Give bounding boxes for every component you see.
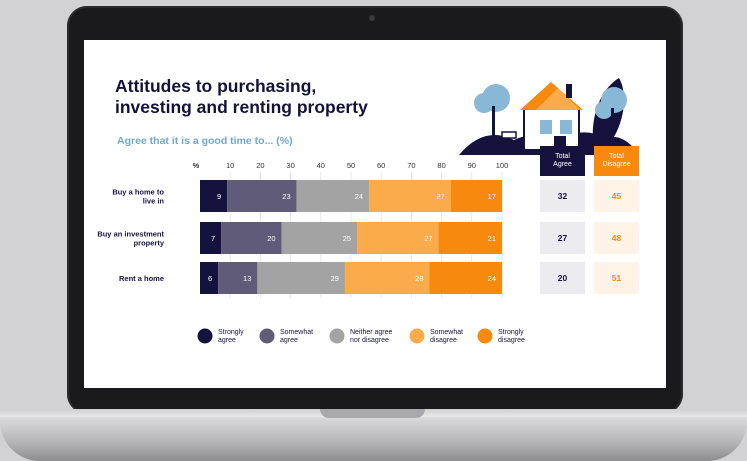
bar-value-label: 21 [488, 234, 496, 243]
legend-swatch [477, 328, 493, 344]
legend-swatch [329, 328, 345, 344]
totals-value: 20 [558, 273, 568, 283]
x-tick-label: 80 [437, 161, 445, 170]
totals-value: 51 [612, 273, 622, 283]
bar-value-label: 25 [343, 234, 351, 243]
bar-value-label: 27 [424, 234, 432, 243]
totals-value: 27 [558, 233, 568, 243]
legend-label: Strongly agree [218, 329, 244, 344]
totals-value: 48 [612, 233, 622, 243]
camera-icon [369, 15, 375, 21]
bar-value-label: 27 [436, 192, 444, 201]
legend-swatch [259, 328, 275, 344]
x-tick-label: 40 [317, 161, 325, 170]
bar-value-label: 17 [488, 192, 496, 201]
bar-segment [200, 180, 228, 212]
x-tick-label: 20 [256, 161, 264, 170]
bar-value-label: 29 [331, 274, 339, 283]
x-unit-label: % [193, 161, 200, 170]
legend-swatch [409, 328, 425, 344]
bar-value-label: 24 [488, 274, 496, 283]
bar-value-label: 24 [355, 192, 363, 201]
x-tick-label: 30 [286, 161, 294, 170]
chart: % 10 20 30 40 50 60 70 80 90 100 Buy a home to live… [97, 146, 639, 344]
legend-label: Somewhat disagree [430, 329, 463, 344]
x-tick-label: 10 [226, 161, 234, 170]
x-tick-label: 90 [468, 161, 476, 170]
bar-value-label: 13 [243, 274, 251, 283]
category-label: Buy a home to live in [112, 188, 164, 206]
laptop-notch [320, 409, 425, 418]
legend-label: Somewhat agree [280, 329, 313, 344]
totals-value: 32 [558, 191, 568, 201]
legend-label: Strongly disagree [498, 329, 525, 344]
bar-value-label: 28 [415, 274, 423, 283]
totals-value: 45 [612, 191, 622, 201]
x-tick-label: 50 [347, 161, 355, 170]
totals-header-label: Total Agree [553, 153, 572, 168]
screen: Attitudes to purchasing, investing and r… [84, 40, 666, 388]
x-tick-label: 100 [496, 161, 509, 170]
bar-value-label: 7 [211, 234, 215, 243]
category-label: Buy an investment property [97, 230, 165, 248]
category-label: Rent a home [119, 274, 164, 283]
bar-value-label: 20 [267, 234, 275, 243]
legend-label: Neither agree nor disagree [350, 329, 393, 344]
bar-value-label: 9 [217, 192, 221, 201]
legend-swatch [197, 328, 213, 344]
bar-value-label: 23 [282, 192, 290, 201]
x-tick-label: 60 [377, 161, 385, 170]
bar-value-label: 6 [208, 274, 212, 283]
x-tick-label: 70 [407, 161, 415, 170]
bar-segment [218, 262, 258, 294]
